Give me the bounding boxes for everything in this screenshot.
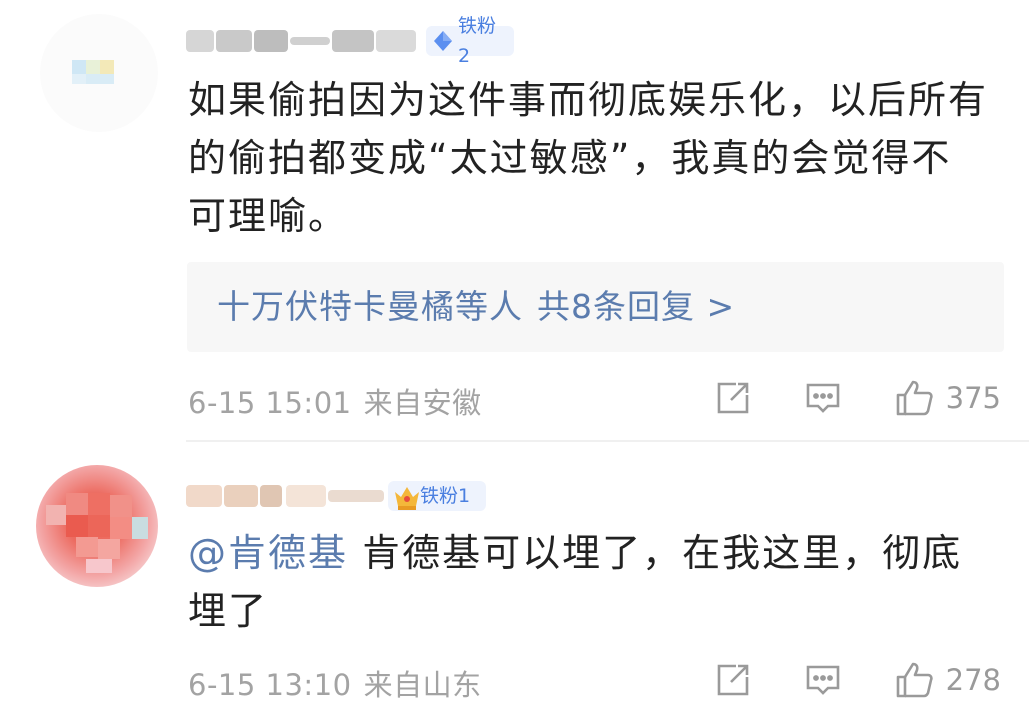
share-icon <box>714 379 752 417</box>
fan-badge[interactable]: 铁粉1 <box>388 481 486 511</box>
thumbs-up-icon <box>894 659 936 701</box>
like-count: 375 <box>945 381 1001 415</box>
like-button[interactable]: 375 <box>894 377 1001 419</box>
comment-text: 如果偷拍因为这件事而彻底娱乐化，以后所有 的偷拍都变成“太过敏感”，我真的会觉得… <box>188 71 1003 245</box>
share-icon <box>714 661 752 699</box>
comment-text-line: 如果偷拍因为这件事而彻底娱乐化，以后所有 <box>188 78 989 122</box>
comment-button[interactable] <box>804 379 842 417</box>
comment-text-line: 埋了 <box>188 589 269 633</box>
comment-text-line: 肯德基可以埋了，在我这里，彻底 <box>362 531 963 575</box>
comment-meta: 6-15 15:01 来自安徽 <box>188 380 482 422</box>
diamond-icon <box>430 28 456 54</box>
avatar[interactable] <box>40 14 158 132</box>
comment-icon <box>804 661 842 699</box>
username[interactable] <box>186 479 386 513</box>
timestamp: 6-15 15:01 <box>188 386 352 420</box>
replies-preview[interactable]: 十万伏特卡曼橘等人 共8条回复 > <box>187 262 1004 352</box>
reply-count-link[interactable]: 共8条回复 > <box>537 287 735 326</box>
location: 来自山东 <box>363 668 482 702</box>
reply-names: 十万伏特卡曼橘等人 <box>217 287 523 326</box>
avatar[interactable] <box>36 465 158 587</box>
comment-actions: 278 <box>714 658 1001 702</box>
comment-icon <box>804 379 842 417</box>
comment-text: @肯德基 肯德基可以埋了，在我这里，彻底 埋了 <box>188 524 1003 640</box>
comment-item: 铁粉2 如果偷拍因为这件事而彻底娱乐化，以后所有 的偷拍都变成“太过敏感”，我真… <box>0 0 1029 440</box>
mention-link[interactable]: @肯德基 <box>188 531 348 575</box>
timestamp: 6-15 13:10 <box>188 668 352 702</box>
crown-icon <box>392 483 419 510</box>
like-button[interactable]: 278 <box>894 659 1001 701</box>
thumbs-up-icon <box>894 377 936 419</box>
comment-meta: 6-15 13:10 来自山东 <box>188 662 482 704</box>
location: 来自安徽 <box>363 386 482 420</box>
share-button[interactable] <box>714 661 752 699</box>
comment-actions: 375 <box>714 376 1001 420</box>
comment-item: 铁粉1 @肯德基 肯德基可以埋了，在我这里，彻底 埋了 6-15 13:10 来自… <box>0 443 1029 727</box>
fan-badge[interactable]: 铁粉2 <box>426 15 514 67</box>
like-count: 278 <box>945 663 1001 697</box>
badge-label: 铁粉1 <box>420 485 471 507</box>
divider <box>186 440 1029 442</box>
badge-label: 铁粉2 <box>458 15 497 67</box>
comment-button[interactable] <box>804 661 842 699</box>
comment-text-line: 的偷拍都变成“太过敏感”，我真的会觉得不 <box>188 136 952 180</box>
comment-text-line: 可理喻。 <box>188 194 349 238</box>
username[interactable] <box>186 24 424 58</box>
share-button[interactable] <box>714 379 752 417</box>
